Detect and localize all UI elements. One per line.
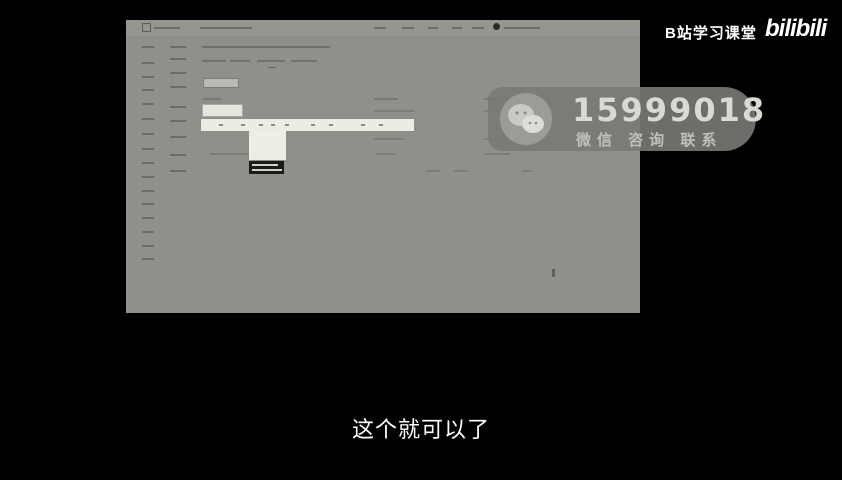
tab[interactable] (202, 60, 226, 62)
sidebar-subitem[interactable] (170, 58, 186, 60)
sidebar-subitem[interactable] (170, 120, 186, 122)
sidebar-item[interactable] (142, 258, 154, 260)
table-cell (374, 110, 414, 112)
tab-active-indicator (268, 67, 276, 68)
tab-active[interactable] (257, 60, 285, 62)
toolbar-button[interactable] (241, 124, 245, 126)
table-header (203, 98, 221, 100)
primary-button[interactable] (203, 78, 239, 88)
editor-toolbar (201, 119, 414, 131)
toolbar-button[interactable] (271, 124, 275, 126)
sidebar-item[interactable] (142, 217, 154, 219)
sidebar-subitem[interactable] (170, 136, 186, 138)
top-nav-item[interactable] (428, 27, 438, 29)
top-nav-item[interactable] (374, 27, 386, 29)
sidebar-item[interactable] (142, 203, 154, 205)
sidebar-item[interactable] (142, 133, 154, 135)
top-nav-item[interactable] (472, 27, 484, 29)
sidebar (126, 36, 194, 313)
tooltip-line (252, 164, 278, 166)
tab[interactable] (291, 60, 317, 62)
app-logo-icon (142, 23, 151, 32)
channel-watermark: B站学习课堂 (665, 25, 757, 42)
top-search[interactable] (200, 27, 252, 29)
toolbar-button[interactable] (329, 124, 333, 126)
sidebar-item[interactable] (142, 176, 154, 178)
edit-input[interactable] (202, 104, 243, 117)
tooltip-line (252, 169, 282, 171)
top-nav-item[interactable] (402, 27, 414, 29)
table-cell (376, 153, 396, 155)
breadcrumb (202, 46, 330, 48)
sidebar-item[interactable] (142, 148, 154, 150)
toolbar-button[interactable] (285, 124, 289, 126)
video-frame (126, 20, 640, 313)
sidebar-item[interactable] (142, 62, 154, 64)
user-name[interactable] (504, 27, 540, 29)
sidebar-subitem[interactable] (170, 170, 186, 172)
sidebar-subitem[interactable] (170, 106, 186, 108)
tooltip (249, 161, 284, 174)
sidebar-item[interactable] (142, 89, 154, 91)
app-topbar (126, 20, 640, 36)
sidebar-subitem[interactable] (170, 46, 186, 48)
pagination-item[interactable] (454, 170, 468, 172)
table-cell (484, 153, 510, 155)
sidebar-subitem[interactable] (170, 154, 186, 156)
app-name (154, 27, 180, 29)
bilibili-logo: bilibili (765, 15, 827, 42)
contact-number: 15999018 (572, 91, 767, 129)
avatar[interactable] (493, 23, 500, 30)
tab[interactable] (230, 60, 250, 62)
sidebar-item[interactable] (142, 190, 154, 192)
sidebar-item[interactable] (142, 103, 154, 105)
table-cell (374, 138, 404, 140)
toolbar-button[interactable] (259, 124, 263, 126)
video-subtitle: 这个就可以了 (351, 417, 490, 442)
sidebar-item[interactable] (142, 76, 154, 78)
wechat-icon (500, 93, 552, 145)
pagination-item[interactable] (426, 170, 440, 172)
contact-caption: 微信 咨询 联系 (576, 132, 723, 149)
sidebar-item[interactable] (142, 118, 154, 120)
dropdown-panel[interactable] (249, 131, 286, 160)
toolbar-button[interactable] (379, 124, 383, 126)
contact-badge: 15999018 微信 咨询 联系 (488, 87, 764, 151)
sidebar-subitem[interactable] (170, 86, 186, 88)
sidebar-item[interactable] (142, 231, 154, 233)
toolbar-button[interactable] (361, 124, 365, 126)
toolbar-button[interactable] (311, 124, 315, 126)
pagination-item[interactable] (522, 170, 532, 172)
top-nav-item[interactable] (452, 27, 462, 29)
sidebar-item[interactable] (142, 245, 154, 247)
mouse-cursor-icon (552, 269, 555, 277)
table-header (374, 98, 398, 100)
sidebar-item[interactable] (142, 162, 154, 164)
sidebar-subitem[interactable] (170, 72, 186, 74)
toolbar-button[interactable] (219, 124, 223, 126)
sidebar-item[interactable] (142, 46, 154, 48)
table-cell (210, 153, 250, 155)
